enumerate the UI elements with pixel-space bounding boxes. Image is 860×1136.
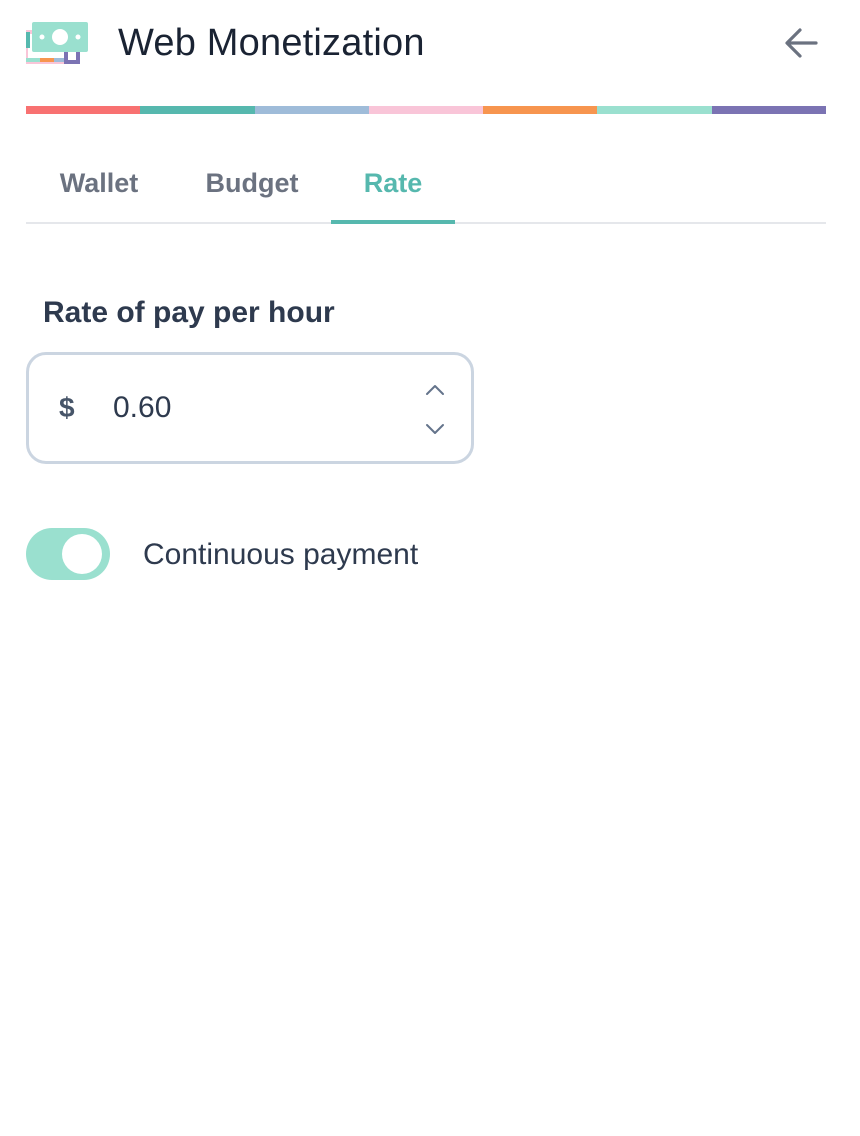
tab-wallet[interactable]: Wallet bbox=[26, 140, 172, 222]
tab-rate-label: Rate bbox=[363, 168, 423, 198]
currency-symbol: $ bbox=[59, 392, 75, 423]
tab-budget[interactable]: Budget bbox=[186, 140, 318, 222]
stripe-segment bbox=[254, 106, 369, 114]
continuous-payment-label: Continuous payment bbox=[143, 538, 419, 571]
money-bill-icon bbox=[24, 20, 88, 64]
decrement-button[interactable] bbox=[423, 420, 447, 438]
app-title: Web Monetization bbox=[118, 22, 425, 64]
arrow-left-icon bbox=[785, 28, 818, 58]
increment-button[interactable] bbox=[423, 381, 447, 399]
stripe-segment bbox=[597, 106, 712, 114]
rate-label: Rate of pay per hour bbox=[43, 296, 335, 329]
stripe-segment bbox=[483, 106, 598, 114]
active-tab-indicator bbox=[331, 220, 455, 224]
header: Web Monetization bbox=[0, 0, 860, 100]
continuous-payment-toggle[interactable] bbox=[26, 528, 110, 580]
stripe-segment bbox=[140, 106, 255, 114]
chevron-up-icon bbox=[426, 385, 444, 395]
stripe-segment bbox=[711, 106, 826, 114]
toggle-knob bbox=[62, 534, 102, 574]
stripe-segment bbox=[368, 106, 484, 114]
chevron-down-icon bbox=[426, 424, 444, 434]
color-stripe bbox=[26, 106, 826, 114]
back-button[interactable] bbox=[780, 22, 822, 64]
tab-bar: Wallet Budget Rate bbox=[26, 140, 826, 224]
tab-rate[interactable]: Rate bbox=[331, 140, 455, 224]
rate-input[interactable]: $ 0.60 bbox=[26, 352, 474, 464]
stripe-segment bbox=[26, 106, 141, 114]
rate-value[interactable]: 0.60 bbox=[113, 390, 171, 426]
